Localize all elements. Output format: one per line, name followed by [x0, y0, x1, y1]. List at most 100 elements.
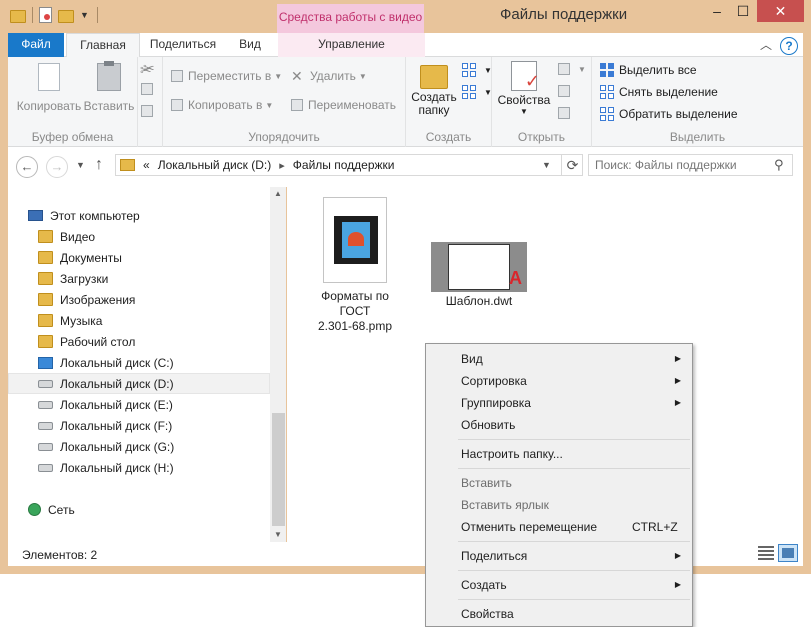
customize-toolbar-icon[interactable]: ▼: [80, 10, 89, 20]
organize-group: Переместить в ▼ Копировать в ▼ ✕ Удалить ▼ …: [163, 57, 406, 147]
breadcrumb-item-drive[interactable]: Локальный диск (D:): [158, 158, 272, 172]
menu-item-share[interactable]: Поделиться ▶: [429, 545, 691, 567]
menu-item-view[interactable]: Вид ▶: [429, 348, 691, 370]
autocad-file-icon: A: [431, 242, 527, 292]
tree-item-video[interactable]: Видео: [8, 226, 270, 247]
chevron-down-icon: ▼: [274, 71, 283, 81]
new-folder-icon[interactable]: [58, 9, 74, 23]
menu-separator: [458, 439, 690, 440]
tree-item-drive-f[interactable]: Локальный диск (F:): [8, 415, 270, 436]
menu-item-properties[interactable]: Свойства: [429, 603, 691, 625]
scroll-up-icon[interactable]: ▲: [270, 189, 286, 198]
breadcrumb-overflow[interactable]: «: [143, 158, 150, 172]
drive-icon: [38, 421, 53, 430]
up-arrow-icon[interactable]: ↑: [95, 156, 103, 174]
new-folder-button[interactable]: Создать папку: [408, 59, 460, 117]
search-input[interactable]: [588, 154, 793, 176]
menu-item-paste-shortcut[interactable]: Вставить ярлык: [429, 494, 691, 516]
menu-item-paste[interactable]: Вставить: [429, 472, 691, 494]
refresh-icon[interactable]: ⟳: [561, 155, 583, 175]
tab-home[interactable]: Главная: [66, 33, 140, 58]
paste-label: Вставить: [83, 99, 135, 113]
tree-item-music[interactable]: Музыка: [8, 310, 270, 331]
tree-item-drive-h[interactable]: Локальный диск (H:): [8, 457, 270, 478]
search-icon[interactable]: ⚲: [774, 157, 784, 173]
details-view-icon[interactable]: [758, 546, 774, 560]
scissors-icon: ✂: [143, 60, 155, 76]
tree-item-drive-g[interactable]: Локальный диск (G:): [8, 436, 270, 457]
copy-to-button[interactable]: Копировать в ▼: [171, 98, 273, 112]
menu-item-customize-folder[interactable]: Настроить папку...: [429, 443, 691, 465]
invert-selection-label: Обратить выделение: [619, 107, 738, 121]
collapse-ribbon-icon[interactable]: ︿: [760, 36, 772, 53]
large-icons-view-icon[interactable]: [778, 544, 798, 562]
chevron-down-icon: ▼: [520, 107, 528, 116]
menu-item-new[interactable]: Создать ▶: [429, 574, 691, 596]
tree-item-drive-d[interactable]: Локальный диск (D:): [8, 373, 270, 394]
address-bar[interactable]: « Локальный диск (D:) ▸ Файлы поддержки: [115, 154, 583, 176]
forward-button[interactable]: →: [46, 156, 68, 178]
scroll-down-icon[interactable]: ▼: [270, 530, 286, 539]
menu-item-label: Вид: [461, 352, 483, 366]
tree-item-label: Локальный диск (E:): [60, 397, 173, 412]
chevron-down-icon: ▼: [484, 65, 492, 75]
item-count: Элементов: 2: [22, 548, 98, 562]
new-item-button[interactable]: ▼: [462, 63, 492, 77]
address-history-icon[interactable]: ▼: [542, 160, 551, 170]
video-file-icon: [323, 197, 387, 283]
properties-icon[interactable]: [39, 7, 52, 23]
recent-locations-icon[interactable]: ▼: [76, 160, 85, 170]
tree-item-pictures[interactable]: Изображения: [8, 289, 270, 310]
scrollbar-thumb[interactable]: [272, 413, 285, 526]
tab-file[interactable]: Файл: [8, 33, 64, 57]
copy-path-button[interactable]: [141, 83, 158, 95]
chevron-down-icon: ▼: [265, 100, 274, 110]
tree-item-desktop[interactable]: Рабочий стол: [8, 331, 270, 352]
rename-button[interactable]: Переименовать: [291, 98, 396, 112]
easy-access-button[interactable]: ▼: [462, 85, 492, 99]
menu-item-undo-move[interactable]: Отменить перемещение CTRL+Z: [429, 516, 691, 538]
tab-share[interactable]: Поделиться: [141, 33, 225, 57]
menu-item-refresh[interactable]: Обновить: [429, 414, 691, 436]
folder-icon: [38, 272, 53, 285]
menu-item-group[interactable]: Группировка ▶: [429, 392, 691, 414]
maximize-button[interactable]: ☐: [730, 0, 756, 22]
breadcrumb-item-folder[interactable]: Файлы поддержки: [293, 158, 395, 172]
drive-icon: [38, 463, 53, 472]
file-item-pmp[interactable]: Форматы по ГОСТ 2.301-68.pmp: [307, 197, 403, 334]
cut-button[interactable]: ✂: [143, 61, 155, 75]
tab-view[interactable]: Вид: [230, 33, 270, 57]
invert-selection-button[interactable]: Обратить выделение: [600, 107, 738, 121]
tab-manage[interactable]: Управление: [278, 33, 425, 57]
select-none-button[interactable]: Снять выделение: [600, 85, 718, 99]
chevron-right-icon[interactable]: ▸: [279, 159, 285, 172]
minimize-button[interactable]: –: [704, 0, 730, 22]
move-to-button[interactable]: Переместить в ▼: [171, 69, 282, 83]
delete-button[interactable]: ✕ Удалить ▼: [291, 69, 367, 83]
tree-item-label: Сеть: [48, 502, 75, 517]
tree-item-documents[interactable]: Документы: [8, 247, 270, 268]
paste-button[interactable]: Вставить: [82, 61, 136, 113]
help-icon[interactable]: ?: [780, 37, 798, 55]
organize-group-label: Упорядочить: [248, 130, 320, 144]
back-button[interactable]: ←: [16, 156, 38, 178]
edit-button[interactable]: [558, 85, 575, 97]
open-button[interactable]: ▼: [558, 63, 586, 75]
select-all-button[interactable]: Выделить все: [600, 63, 697, 77]
navigation-scrollbar[interactable]: ▲ ▼: [270, 187, 286, 542]
properties-label: Свойства: [497, 93, 551, 107]
chevron-down-icon: ▼: [484, 87, 492, 97]
properties-button[interactable]: Свойства ▼: [494, 59, 554, 116]
file-item-dwt[interactable]: A Шаблон.dwt: [431, 242, 527, 309]
close-button[interactable]: ✕: [757, 0, 804, 22]
folder-icon: [38, 293, 53, 306]
copy-button[interactable]: Копировать: [14, 61, 84, 113]
tree-item-this-pc[interactable]: Этот компьютер: [8, 205, 270, 226]
history-button[interactable]: [558, 107, 575, 119]
tree-item-drive-e[interactable]: Локальный диск (E:): [8, 394, 270, 415]
tree-item-network[interactable]: Сеть: [8, 499, 270, 520]
tree-item-drive-c[interactable]: Локальный диск (C:): [8, 352, 270, 373]
menu-item-sort[interactable]: Сортировка ▶: [429, 370, 691, 392]
paste-shortcut-button[interactable]: [141, 105, 158, 117]
tree-item-downloads[interactable]: Загрузки: [8, 268, 270, 289]
